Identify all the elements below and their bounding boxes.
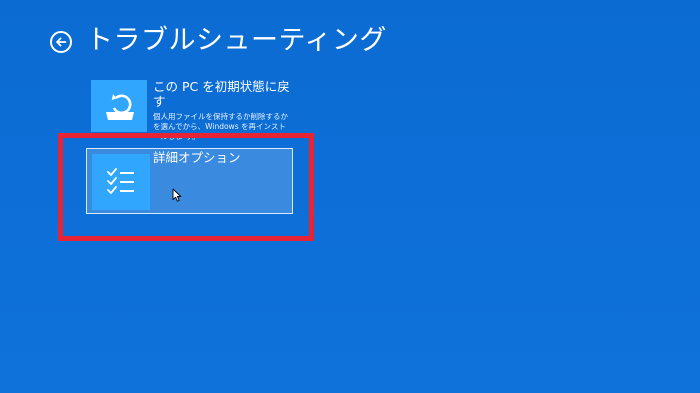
reset-pc-icon: [106, 94, 134, 120]
reset-pc-title: この PC を初期状態に戻す: [153, 79, 290, 109]
page-title: トラブルシューティング: [86, 25, 387, 56]
recovery-screen: トラブルシューティング この PC を初期状態に戻す 個人用ファイルを保持するか…: [0, 0, 700, 393]
reset-pc-tile: [91, 80, 147, 132]
reset-pc-option[interactable]: この PC を初期状態に戻す 個人用ファイルを保持するか削除するかを選んでから、…: [91, 79, 297, 141]
highlight-annotation: [58, 133, 314, 241]
back-arrow-icon: [56, 37, 67, 47]
back-button[interactable]: [50, 31, 72, 53]
mouse-cursor-icon: [172, 188, 182, 202]
